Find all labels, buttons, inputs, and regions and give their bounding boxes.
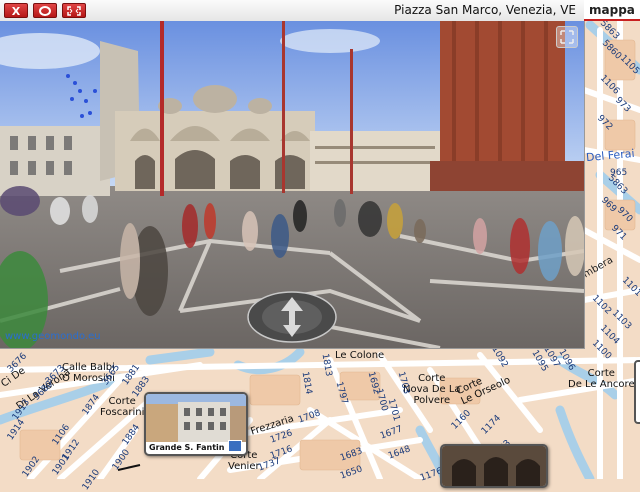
viewer-toolbar: X Piazza San Marco, Venezia, VE: [0, 0, 584, 22]
navigation-control[interactable]: [247, 291, 337, 343]
map-edge-marker[interactable]: [634, 360, 640, 424]
street-label-corte-nova: Corte Nova De La Polvere: [403, 373, 461, 406]
watermark-link[interactable]: www.geomondo.eu: [5, 331, 101, 342]
map-popup-thumbnail-2[interactable]: [440, 444, 548, 488]
fullscreen-button[interactable]: [62, 3, 86, 18]
close-icon: X: [11, 5, 21, 18]
street-label-corte-ancore: Corte De Le Ancore: [568, 368, 635, 390]
thumbnail-image-2: [442, 446, 546, 486]
thumbnail-caption: Grande S. Fantin: [149, 443, 225, 452]
expand-icon[interactable]: [556, 26, 578, 48]
map-popup-thumbnail[interactable]: Grande S. Fantin: [144, 392, 248, 456]
thumbnail-image: [146, 394, 246, 442]
panorama-viewer[interactable]: www.geomondo.eu: [0, 21, 585, 349]
map-number: 965: [610, 168, 628, 178]
tab-map[interactable]: mappa: [584, 0, 640, 21]
location-title: Piazza San Marco, Venezia, VE: [394, 3, 576, 17]
street-label-corte-foscarini: Corte Foscarini: [100, 396, 145, 418]
thumbnail-view-icon[interactable]: [228, 440, 242, 452]
navigation-arrows-icon: [247, 291, 337, 343]
expand-arrows-glyph: [560, 30, 574, 44]
street-label-le-colone: Le Colone: [335, 350, 385, 361]
fullscreen-icon: [67, 6, 81, 16]
close-button[interactable]: X: [4, 3, 28, 18]
camera-icon: [39, 6, 51, 16]
snapshot-button[interactable]: [33, 3, 57, 18]
